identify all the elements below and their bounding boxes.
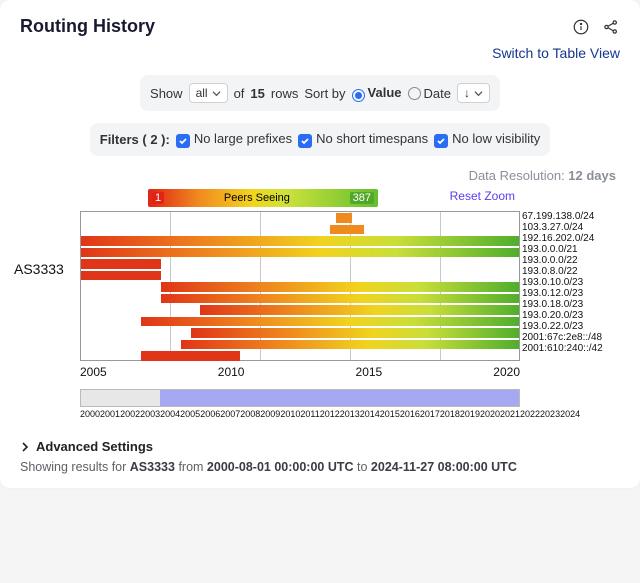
prefix-label: 103.3.27.0/24 <box>522 222 620 233</box>
total-rows: 15 <box>250 86 264 101</box>
chevron-right-icon <box>20 442 30 452</box>
prefix-label: 193.0.22.0/23 <box>522 321 620 332</box>
timeline-row[interactable] <box>81 340 519 350</box>
prefix-labels: 67.199.138.0/24103.3.27.0/24192.16.202.0… <box>522 211 620 354</box>
checkbox-icon <box>434 134 448 148</box>
page-title: Routing History <box>20 16 155 37</box>
filter-large-prefixes[interactable]: No large prefixes <box>176 131 292 148</box>
prefix-label: 193.0.18.0/23 <box>522 299 620 310</box>
sort-dir: ↓ <box>464 86 470 100</box>
chevron-down-icon <box>474 89 483 98</box>
of-label: of <box>234 86 245 101</box>
timeline-segment[interactable] <box>81 271 161 281</box>
chart-area: 1 Peers Seeing 387 Reset Zoom AS3333 67.… <box>20 189 620 419</box>
prefix-label: 2001:67c:2e8::/48 <box>522 332 620 343</box>
prefix-label: 193.0.0.0/21 <box>522 244 620 255</box>
show-value: all <box>196 86 208 100</box>
timeline-segment[interactable] <box>330 225 364 235</box>
prefix-label: 2001:610:240::/42 <box>522 343 620 354</box>
sort-dir-select[interactable]: ↓ <box>457 83 490 103</box>
timeline-row[interactable] <box>81 282 519 292</box>
timeline-segment[interactable] <box>191 328 520 338</box>
filter-short-timespans[interactable]: No short timespans <box>298 131 428 148</box>
timeline-row[interactable] <box>81 259 519 269</box>
prefix-label: 192.16.202.0/24 <box>522 233 620 244</box>
x-axis-major: 2005201020152020 <box>80 365 520 379</box>
timeline-row[interactable] <box>81 213 519 223</box>
legend-label: Peers Seeing <box>224 192 290 204</box>
timeline-row[interactable] <box>81 328 519 338</box>
time-scrubber[interactable] <box>80 389 520 407</box>
prefix-label: 67.199.138.0/24 <box>522 211 620 222</box>
show-label: Show <box>150 86 183 101</box>
legend-max: 387 <box>350 192 374 204</box>
prefix-label: 193.0.12.0/23 <box>522 288 620 299</box>
scrubber-ticks: 2000200120022003200420052006200720082009… <box>80 409 520 419</box>
share-icon[interactable] <box>602 18 620 36</box>
y-axis-asn: AS3333 <box>14 261 64 277</box>
timeline-segment[interactable] <box>181 340 519 350</box>
legend-min: 1 <box>152 192 164 204</box>
checkbox-icon <box>176 134 190 148</box>
filter-low-visibility[interactable]: No low visibility <box>434 131 540 148</box>
info-icon[interactable] <box>572 18 590 36</box>
timeline-row[interactable] <box>81 225 519 235</box>
timeline-row[interactable] <box>81 236 519 246</box>
timeline-segment[interactable] <box>200 305 519 315</box>
timeline-plot[interactable] <box>80 211 520 361</box>
timeline-row[interactable] <box>81 305 519 315</box>
reset-zoom-link[interactable]: Reset Zoom <box>450 189 515 203</box>
timeline-segment[interactable] <box>336 213 352 223</box>
timeline-segment[interactable] <box>81 248 519 258</box>
header-actions <box>572 18 620 36</box>
color-legend: 1 Peers Seeing 387 <box>148 189 378 207</box>
radio-icon <box>408 87 421 100</box>
sort-value-radio[interactable]: Value <box>352 85 402 102</box>
rows-label: rows <box>271 86 298 101</box>
card-header: Routing History <box>20 16 620 37</box>
advanced-settings-toggle[interactable]: Advanced Settings <box>20 439 620 454</box>
filter-controls: Filters ( 2 ): No large prefixes No shor… <box>90 123 551 156</box>
checkbox-icon <box>298 134 312 148</box>
prefix-label: 193.0.0.0/22 <box>522 255 620 266</box>
timeline-row[interactable] <box>81 248 519 258</box>
display-controls: Show all of 15 rows Sort by Value Date ↓ <box>140 75 500 111</box>
routing-history-card: Routing History Switch to Table View Sho… <box>0 0 640 488</box>
timeline-segment[interactable] <box>161 282 519 292</box>
prefix-label: 193.0.10.0/23 <box>522 277 620 288</box>
timeline-segment[interactable] <box>81 259 161 269</box>
timeline-segment[interactable] <box>141 351 241 361</box>
timeline-row[interactable] <box>81 351 519 361</box>
sort-label: Sort by <box>304 86 345 101</box>
results-summary: Showing results for AS3333 from 2000-08-… <box>20 460 620 474</box>
timeline-row[interactable] <box>81 294 519 304</box>
radio-icon <box>352 89 365 102</box>
show-select[interactable]: all <box>189 83 228 103</box>
filters-label: Filters ( 2 ): <box>100 132 170 147</box>
prefix-label: 193.0.8.0/22 <box>522 266 620 277</box>
sort-date-radio[interactable]: Date <box>408 86 451 101</box>
timeline-segment[interactable] <box>141 317 519 327</box>
data-resolution: Data Resolution: 12 days <box>20 168 616 183</box>
chevron-down-icon <box>212 89 221 98</box>
timeline-row[interactable] <box>81 271 519 281</box>
timeline-segment[interactable] <box>81 236 519 246</box>
switch-view-link[interactable]: Switch to Table View <box>20 45 620 61</box>
prefix-label: 193.0.20.0/23 <box>522 310 620 321</box>
timeline-row[interactable] <box>81 317 519 327</box>
scrubber-selection[interactable] <box>160 390 519 406</box>
timeline-segment[interactable] <box>161 294 519 304</box>
